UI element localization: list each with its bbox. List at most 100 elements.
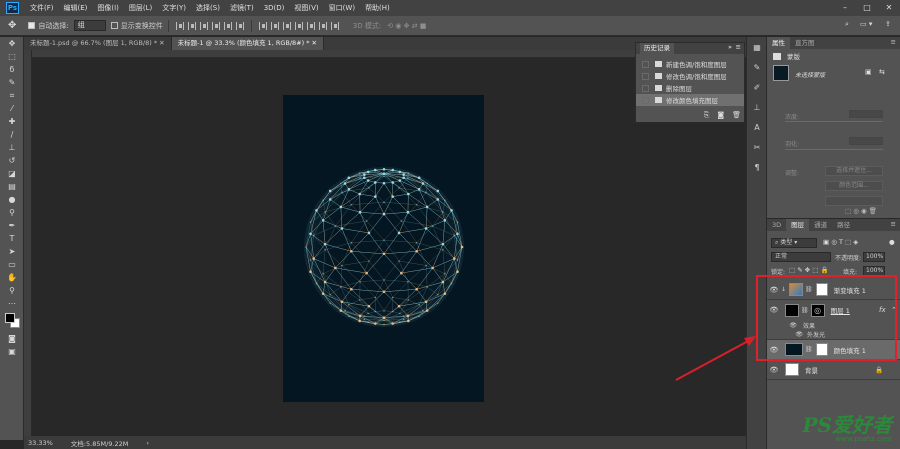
align-top-icon[interactable]	[175, 21, 184, 30]
type-tool-icon[interactable]: T	[0, 232, 24, 245]
screen-mode-icon[interactable]: ▣	[0, 345, 24, 358]
rectangle-tool-icon[interactable]: ▭	[0, 258, 24, 271]
move-tool-icon[interactable]: ✥	[8, 20, 16, 31]
distribute-hcenter-icon[interactable]	[306, 21, 315, 30]
filter-toggle-icon[interactable]: ●	[889, 238, 895, 246]
snapshot-camera-icon[interactable]: ◙	[717, 111, 724, 120]
move-tool-icon[interactable]: ✥	[0, 37, 24, 50]
healing-brush-icon[interactable]: ✚	[0, 115, 24, 128]
align-left-icon[interactable]	[211, 21, 220, 30]
layer-row-background[interactable]: 👁 背景 🔒	[767, 360, 900, 380]
stamp-tool-icon[interactable]: ⊥	[0, 141, 24, 154]
auto-select-checkbox[interactable]	[28, 22, 36, 29]
close-icon[interactable]: ✕	[159, 39, 164, 47]
history-checkbox[interactable]	[642, 84, 649, 92]
panel-menu-icon[interactable]: ≡	[891, 220, 896, 228]
brushes-icon[interactable]: ✐	[747, 77, 767, 97]
auto-align-icon[interactable]	[330, 21, 339, 30]
density-field[interactable]	[849, 110, 883, 118]
history-item[interactable]: 新建色调/饱和度图层	[636, 58, 744, 70]
feather-field[interactable]	[849, 137, 883, 145]
align-hcenter-icon[interactable]	[223, 21, 232, 30]
distribute-bottom-icon[interactable]	[282, 21, 291, 30]
quick-select-tool-icon[interactable]: ✎	[0, 76, 24, 89]
tab-document-1[interactable]: 未标题-1.psd @ 66.7% (图层 1, RGB/8) * ✕	[24, 37, 172, 50]
opacity-field[interactable]: 100%	[863, 252, 885, 262]
quick-mask-icon[interactable]: ◙	[0, 332, 24, 345]
distribute-top-icon[interactable]	[258, 21, 267, 30]
menu-filter[interactable]: 滤镜(T)	[225, 3, 259, 13]
vector-mask-icon[interactable]: ⇆	[879, 68, 885, 76]
feather-slider[interactable]	[785, 149, 883, 150]
brush-tool-icon[interactable]: ∕	[0, 128, 24, 141]
workspace-icon[interactable]: ▭ ▾	[860, 20, 872, 28]
tab-history[interactable]: 历史记录	[640, 43, 674, 54]
brush-settings-icon[interactable]: ✎	[747, 57, 767, 77]
color-range-button[interactable]: 颜色范围...	[825, 181, 883, 191]
more-tools-icon[interactable]: ⋯	[0, 297, 24, 310]
vertical-ruler[interactable]	[24, 50, 32, 436]
tab-document-2[interactable]: 未标题-1 @ 33.3% (颜色填充 1, RGB/8#) * ✕	[171, 37, 324, 50]
auto-select-dropdown[interactable]: 组	[73, 20, 106, 31]
distribute-left-icon[interactable]	[294, 21, 303, 30]
distribute-right-icon[interactable]	[318, 21, 327, 30]
eraser-tool-icon[interactable]: ◪	[0, 167, 24, 180]
menu-3d[interactable]: 3D(D)	[259, 4, 290, 12]
distribute-vcenter-icon[interactable]	[270, 21, 279, 30]
align-vcenter-icon[interactable]	[187, 21, 196, 30]
tab-paths[interactable]: 路径	[832, 219, 855, 231]
path-select-tool-icon[interactable]: ➤	[0, 245, 24, 258]
density-slider[interactable]	[785, 121, 883, 122]
history-brush-icon[interactable]: ↺	[0, 154, 24, 167]
menu-layer[interactable]: 图层(L)	[124, 3, 157, 13]
menu-select[interactable]: 选择(S)	[191, 3, 225, 13]
properties-footer-icons[interactable]: ⬚ ◎ ◉ 🗑	[845, 207, 877, 215]
history-checkbox[interactable]	[642, 96, 649, 104]
panel-menu-icon[interactable]: ≡	[891, 38, 896, 46]
layer-name[interactable]: 背景	[805, 365, 818, 375]
lock-icon[interactable]: 🔒	[875, 366, 883, 374]
search-icon[interactable]: ⌕	[845, 20, 849, 29]
new-document-from-state-icon[interactable]: ⎘	[704, 111, 710, 120]
zoom-level[interactable]: 33.33%	[28, 439, 53, 447]
history-panel-icon[interactable]: ▦	[747, 37, 767, 57]
dodge-tool-icon[interactable]: ⚲	[0, 206, 24, 219]
pixel-mask-icon[interactable]: ▣	[865, 68, 872, 76]
menu-window[interactable]: 窗口(W)	[324, 3, 360, 13]
tab-3d[interactable]: 3D	[767, 219, 786, 231]
tab-properties[interactable]: 属性	[767, 37, 790, 49]
3d-rotate-icon[interactable]: ⟲ ◉ ✥ ⇄ ■	[387, 22, 426, 30]
character-icon[interactable]: A	[747, 117, 767, 137]
align-bottom-icon[interactable]	[199, 21, 208, 30]
menu-view[interactable]: 视图(V)	[289, 3, 323, 13]
tools-preset-icon[interactable]: ✂	[747, 137, 767, 157]
collapse-icon[interactable]: »	[728, 43, 732, 51]
marquee-tool-icon[interactable]: ⬚	[0, 50, 24, 63]
share-icon[interactable]: ⇪	[885, 20, 891, 28]
history-item[interactable]: 修改颜色填充图层	[636, 94, 744, 106]
close-button[interactable]: ✕	[878, 0, 900, 16]
align-right-icon[interactable]	[235, 21, 244, 30]
tab-histogram[interactable]: 直方图	[790, 37, 820, 49]
paragraph-icon[interactable]: ¶	[747, 157, 767, 177]
minimize-button[interactable]: –	[834, 0, 856, 16]
history-item[interactable]: 删除图层	[636, 82, 744, 94]
select-and-mask-button[interactable]: 选择并遮住...	[825, 166, 883, 176]
color-swatches[interactable]	[0, 310, 24, 332]
history-checkbox[interactable]	[642, 72, 649, 80]
blend-mode-dropdown[interactable]: 正常	[771, 252, 831, 262]
filter-kind-dropdown[interactable]: ⌕ 类型 ▾	[771, 238, 817, 248]
menu-type[interactable]: 文字(Y)	[157, 3, 191, 13]
trash-icon[interactable]: 🗑	[732, 111, 741, 120]
menu-edit[interactable]: 编辑(E)	[59, 3, 93, 13]
menu-image[interactable]: 图像(I)	[92, 3, 124, 13]
menu-help[interactable]: 帮助(H)	[360, 3, 395, 13]
transform-controls-checkbox[interactable]	[110, 22, 118, 29]
menu-file[interactable]: 文件(F)	[25, 3, 59, 13]
pen-tool-icon[interactable]: ✒	[0, 219, 24, 232]
invert-button[interactable]	[825, 196, 883, 206]
lasso-tool-icon[interactable]: ϭ	[0, 63, 24, 76]
tab-layers[interactable]: 图层	[786, 219, 810, 231]
blur-tool-icon[interactable]: ●	[0, 193, 24, 206]
eyedropper-tool-icon[interactable]: ⁄	[0, 102, 24, 115]
